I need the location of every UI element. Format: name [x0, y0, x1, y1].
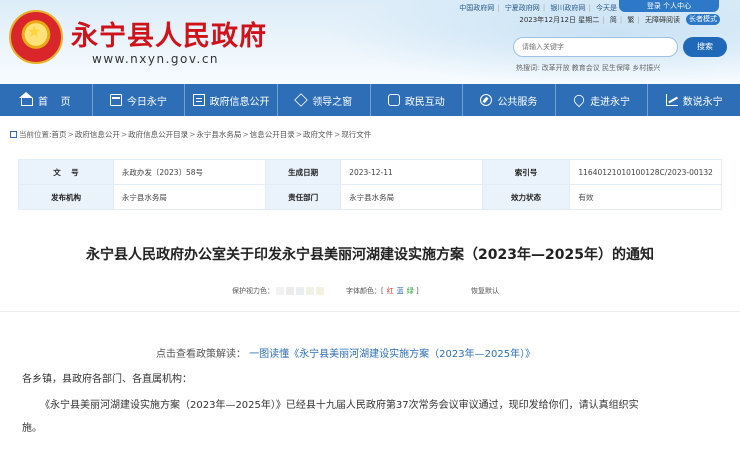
policy-reading: 点击查看政策解读： 一图读懂《永宁县美丽河湖建设实施方案（2023年—2025年… — [156, 345, 535, 360]
document-icon — [192, 94, 205, 106]
value-department: 永宁县水务局 — [340, 184, 483, 210]
home-icon — [18, 92, 33, 106]
body-paragraph-continued: 施。 — [22, 423, 42, 434]
label-doc-number: 文 号 — [18, 159, 114, 185]
nav-about[interactable]: 走进永宁 — [556, 84, 649, 116]
top-links: 中国政府网 | 宁夏政府网 | 银川政府网 | 今天是 — [459, 4, 617, 12]
main-nav: 首 页 今日永宁 政府信息公开 领导之窗 政民互动 公共服务 走进永宁 数说永宁 — [0, 84, 740, 116]
nav-data[interactable]: 数说永宁 — [648, 84, 740, 116]
crumb-gov-docs[interactable]: 政府文件 — [303, 129, 333, 140]
nav-label: 走进永宁 — [590, 96, 631, 108]
link-yinchuan-gov[interactable]: 银川政府网 — [550, 4, 585, 12]
national-emblem-icon: ★ — [9, 10, 63, 64]
value-status: 有效 — [569, 184, 722, 210]
nav-label: 今日永宁 — [126, 96, 167, 108]
compass-icon — [480, 94, 493, 106]
search-button[interactable]: 搜索 — [683, 37, 727, 57]
value-date: 2023-12-11 — [340, 159, 483, 185]
label-index: 索引号 — [481, 159, 571, 185]
nav-gov-info[interactable]: 政府信息公开 — [185, 84, 278, 116]
nav-interaction[interactable]: 政民互动 — [371, 84, 464, 116]
nav-public-service[interactable]: 公共服务 — [463, 84, 556, 116]
link-ningxia-gov[interactable]: 宁夏政府网 — [505, 4, 540, 12]
crumb-gov-info-catalog[interactable]: 政府信息公开目录 — [128, 129, 188, 140]
crumb-home[interactable]: 首页 — [52, 129, 67, 140]
table-row: 发布机构 永宁县水务局 责任部门 永宁县水务局 效力状态 有效 — [18, 184, 722, 210]
breadcrumb-prefix: 当前位置: — [19, 130, 52, 139]
crumb-water-bureau[interactable]: 永宁县水务局 — [196, 129, 241, 140]
site-header: ★ 永宁县人民政府 www.nxyn.gov.cn 中国政府网 | 宁夏政府网 | … — [0, 0, 740, 84]
document-info-table: 文 号 永政办发〔2023〕58号 生成日期 2023-12-11 索引号 11… — [18, 159, 722, 210]
font-color-red[interactable]: 红 — [387, 287, 394, 295]
label-status: 效力状态 — [481, 184, 571, 210]
calendar-icon — [109, 94, 122, 106]
document-title: 永宁县人民政府办公室关于印发永宁县美丽河湖建设实施方案（2023年—2025年）… — [86, 247, 654, 263]
label-department: 责任部门 — [265, 184, 342, 210]
nav-label: 公共服务 — [497, 96, 538, 108]
value-doc-number: 永政办发〔2023〕58号 — [112, 159, 267, 185]
date-line: 2023年12月12日 星期二 | 简 | 繁 | 无障碍阅读 — [519, 16, 680, 24]
current-date: 2023年12月12日 星期二 — [519, 16, 600, 24]
login-button[interactable]: 登录 个人中心 — [619, 0, 719, 12]
nav-leaders[interactable]: 领导之窗 — [278, 84, 371, 116]
divider — [0, 311, 740, 312]
body-paragraph: 《永宁县美丽河湖建设实施方案（2023年—2025年）》已经县十九届人民政府第3… — [40, 400, 639, 411]
label-date: 生成日期 — [265, 159, 342, 185]
restore-default-button[interactable]: 恢复默认 — [471, 286, 499, 296]
protect-color-swatch-1[interactable] — [276, 287, 284, 295]
elder-mode-button[interactable]: 长者模式 — [686, 14, 720, 25]
breadcrumb: 当前位置: 首页 > 政府信息公开 > 政府信息公开目录 > 永宁县水务局 > 信息公开… — [10, 129, 371, 140]
hot-words[interactable]: 热搜词: 改革开放 教育会议 民生保障 乡村振兴 — [516, 63, 660, 73]
trend-icon — [665, 94, 678, 106]
nav-home[interactable]: 首 页 — [0, 84, 93, 116]
location-icon — [571, 92, 587, 108]
table-row: 文 号 永政办发〔2023〕58号 生成日期 2023-12-11 索引号 11… — [18, 159, 722, 185]
policy-reading-label: 点击查看政策解读： — [156, 349, 246, 360]
nav-label: 领导之窗 — [312, 96, 353, 108]
font-color-group: 字体颜色：[红蓝绿 ] — [346, 287, 419, 295]
font-color-blue[interactable]: 蓝 — [397, 287, 404, 295]
accessibility-link[interactable]: 无障碍阅读 — [645, 16, 680, 24]
eye-protect-group: 保护视力色： — [232, 286, 324, 296]
protect-color-swatch-2[interactable] — [286, 287, 294, 295]
protect-color-swatch-5[interactable] — [316, 287, 324, 295]
link-china-gov[interactable]: 中国政府网 — [459, 4, 494, 12]
font-color-green[interactable]: 绿 — [407, 287, 414, 295]
nav-label: 政府信息公开 — [209, 96, 270, 108]
policy-reading-link[interactable]: 一图读懂《永宁县美丽河湖建设实施方案（2023年—2025年）》 — [249, 349, 535, 360]
page: ★ 永宁县人民政府 www.nxyn.gov.cn 中国政府网 | 宁夏政府网 | … — [0, 0, 740, 452]
site-url: www.nxyn.gov.cn — [92, 52, 220, 66]
location-marker-icon — [10, 131, 17, 138]
salutation: 各乡镇，县政府各部门、各直属机构： — [22, 374, 192, 385]
today-label: 今天是 — [596, 4, 617, 12]
simplified-link[interactable]: 简 — [610, 16, 617, 24]
font-color-label: 字体颜色： — [346, 287, 381, 295]
chat-icon — [387, 94, 400, 106]
nav-label: 数说永宁 — [682, 96, 723, 108]
protect-color-swatch-4[interactable] — [306, 287, 314, 295]
nav-today-yongning[interactable]: 今日永宁 — [93, 84, 186, 116]
gem-icon — [294, 93, 308, 107]
value-index: 116401210101001​28C/2023-00132 — [569, 159, 722, 185]
nav-label: 政民互动 — [404, 96, 445, 108]
crumb-current-docs[interactable]: 现行文件 — [341, 129, 371, 140]
nav-label: 首 页 — [37, 96, 71, 108]
crumb-gov-info[interactable]: 政府信息公开 — [75, 129, 120, 140]
traditional-link[interactable]: 繁 — [627, 16, 634, 24]
search-input[interactable] — [513, 37, 678, 57]
value-publisher: 永宁县水务局 — [112, 184, 267, 210]
eye-protect-label: 保护视力色： — [232, 287, 274, 295]
crumb-info-catalog[interactable]: 信息公开目录 — [250, 129, 295, 140]
protect-color-swatch-3[interactable] — [296, 287, 304, 295]
site-title[interactable]: 永宁县人民政府 — [71, 14, 267, 53]
label-publisher: 发布机构 — [18, 184, 114, 210]
